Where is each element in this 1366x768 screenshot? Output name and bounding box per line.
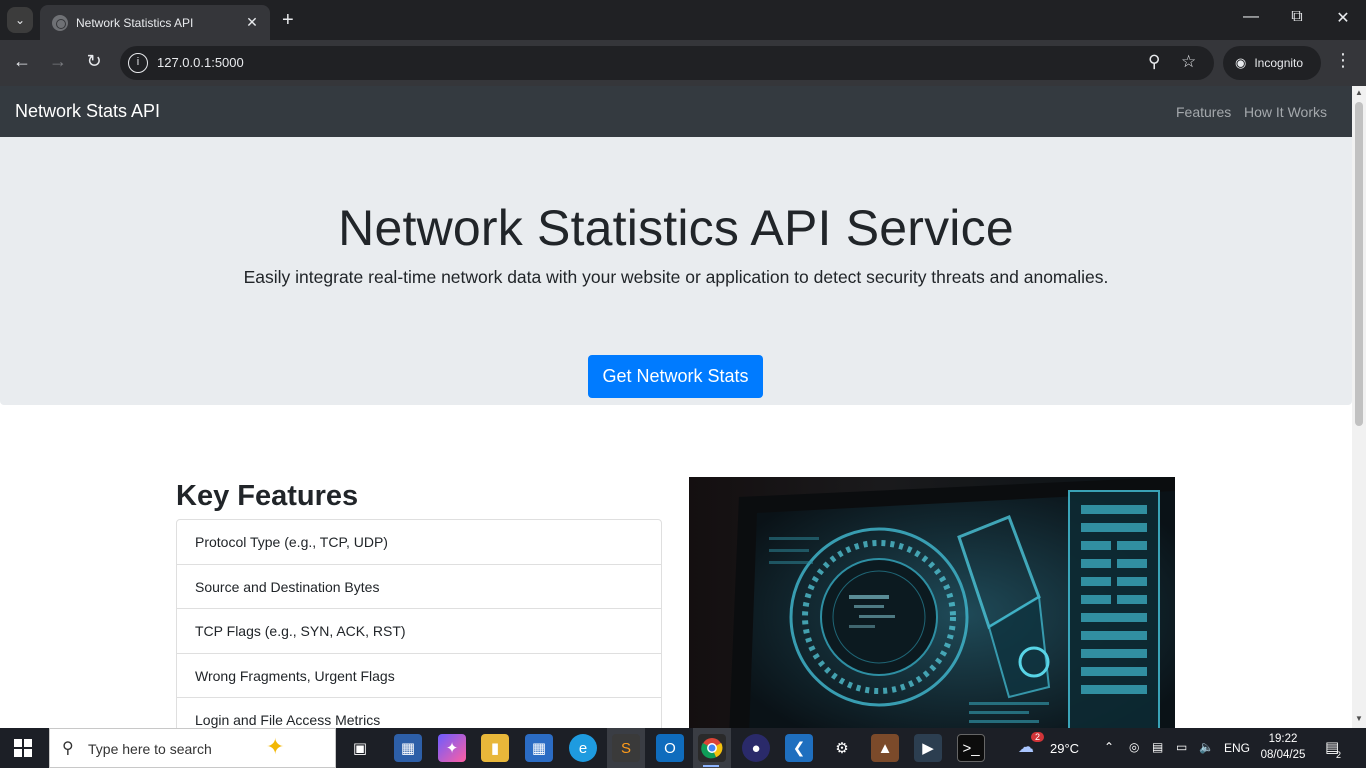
system-clock[interactable]: 19:22 08/04/25 [1254, 731, 1312, 763]
settings-gear-icon[interactable]: ⚙ [828, 734, 856, 762]
hero-title: Network Statistics API Service [338, 200, 1014, 256]
tab-search-chevron-icon[interactable]: ⌄ [7, 7, 33, 33]
browser-toolbar: ← → ↻ i 127.0.0.1:5000 ⚲ ☆ ◉ Incognito ⋮ [0, 40, 1366, 86]
scrollbar-thumb[interactable] [1355, 102, 1363, 426]
new-tab-plus-icon[interactable]: + [282, 9, 294, 31]
list-item: TCP Flags (e.g., SYN, ACK, RST) [177, 609, 661, 654]
taskbar-search-box[interactable]: ⚲ Type here to search ✦ [49, 728, 336, 768]
restore-icon[interactable]: ⧉ [1282, 8, 1312, 26]
clock-date: 08/04/25 [1260, 749, 1306, 761]
network-icon[interactable]: ◎ [1129, 740, 1139, 754]
copilot-app-icon[interactable]: ✦ [438, 734, 466, 762]
network-dashboard-image [689, 477, 1175, 728]
features-heading: Key Features [176, 480, 359, 512]
task-view-icon[interactable]: ▣ [346, 734, 374, 762]
tab-title: Network Statistics API [76, 15, 194, 30]
browser-tab[interactable]: Network Statistics API ✕ [40, 5, 270, 40]
browser-tabstrip: ⌄ Network Statistics API ✕ + — ⧉ ✕ [0, 0, 1366, 40]
bookmark-star-icon[interactable]: ☆ [1181, 52, 1196, 72]
search-icon: ⚲ [62, 740, 74, 757]
copilot-sparkle-icon[interactable]: ✦ [266, 734, 284, 760]
list-item: Source and Destination Bytes [177, 565, 661, 609]
chevron-up-icon[interactable]: ⌃ [1104, 740, 1114, 754]
list-item: Protocol Type (e.g., TCP, UDP) [177, 520, 661, 565]
network-app-icon[interactable]: ▦ [394, 734, 422, 762]
close-window-icon[interactable]: ✕ [1328, 8, 1358, 28]
weather-temp[interactable]: 29°C [1050, 741, 1079, 756]
chrome-running-indicator [703, 765, 719, 767]
page-scrollbar[interactable]: ▲ ▼ [1352, 86, 1366, 728]
notification-count: 2 [1336, 750, 1342, 760]
sublime-text-icon[interactable]: S [612, 734, 640, 762]
get-network-stats-button[interactable]: Get Network Stats [588, 355, 763, 398]
nav-link-features[interactable]: Features [1176, 104, 1231, 120]
terminal-icon[interactable]: >_ [957, 734, 985, 762]
pycharm-icon[interactable]: ▶ [914, 734, 942, 762]
nav-link-how-it-works[interactable]: How It Works [1244, 104, 1327, 120]
chrome-logo [701, 738, 723, 759]
zoom-icon[interactable]: ⚲ [1148, 52, 1160, 72]
hud-monitor-illustration [689, 477, 1175, 728]
back-arrow-icon[interactable]: ← [10, 51, 34, 72]
list-item: Login and File Access Metrics [195, 712, 381, 728]
hero-jumbotron: Network Statistics API Service Easily in… [0, 137, 1352, 405]
scroll-down-arrow-icon[interactable]: ▼ [1355, 714, 1363, 723]
windows-start-icon[interactable] [14, 739, 32, 757]
browser-menu-icon[interactable]: ⋮ [1334, 50, 1352, 71]
taskbar-search-placeholder: Type here to search [88, 741, 212, 757]
site-navbar: Network Stats API Features How It Works [0, 86, 1352, 137]
weather-badge: 2 [1031, 732, 1045, 742]
address-bar[interactable]: i 127.0.0.1:5000 ⚲ ☆ [120, 46, 1214, 80]
forward-arrow-icon[interactable]: → [46, 51, 70, 72]
microsoft-store-icon[interactable]: ▦ [525, 734, 553, 762]
volume-icon[interactable]: 🔈 [1199, 740, 1214, 754]
windows-taskbar: ⚲ Type here to search ✦ ▣ ▦ ✦ ▮ ▦ e S O … [0, 728, 1366, 768]
chrome-icon[interactable] [698, 734, 726, 762]
url-text[interactable]: 127.0.0.1:5000 [157, 55, 244, 70]
incognito-label: Incognito [1254, 56, 1304, 70]
site-info-icon[interactable]: i [128, 53, 148, 73]
file-explorer-icon[interactable]: ▮ [481, 734, 509, 762]
scroll-up-arrow-icon[interactable]: ▲ [1355, 88, 1363, 97]
app-icon[interactable]: ● [742, 734, 770, 762]
minimize-icon[interactable]: — [1236, 8, 1266, 26]
incognito-icon: ◉ [1235, 55, 1247, 70]
hero-lead: Easily integrate real-time network data … [243, 267, 1109, 287]
photos-icon[interactable]: ▲ [871, 734, 899, 762]
globe-icon [52, 14, 68, 31]
vscode-icon[interactable]: ❮ [785, 734, 813, 762]
feature-list: Protocol Type (e.g., TCP, UDP) Source an… [176, 519, 662, 728]
battery-icon[interactable]: ▭ [1176, 740, 1187, 754]
remote-desktop-icon[interactable]: ▤ [1152, 740, 1163, 754]
page-viewport: Network Stats API Features How It Works … [0, 86, 1352, 728]
clock-time: 19:22 [1268, 733, 1298, 745]
tab-close-icon[interactable]: ✕ [244, 14, 260, 31]
list-item: Wrong Fragments, Urgent Flags [177, 654, 661, 698]
incognito-badge[interactable]: ◉ Incognito [1223, 46, 1321, 80]
outlook-icon[interactable]: O [656, 734, 684, 762]
edge-browser-icon[interactable]: e [569, 734, 597, 762]
language-indicator[interactable]: ENG [1224, 741, 1250, 755]
reload-icon[interactable]: ↻ [82, 51, 106, 72]
site-brand[interactable]: Network Stats API [15, 101, 160, 122]
